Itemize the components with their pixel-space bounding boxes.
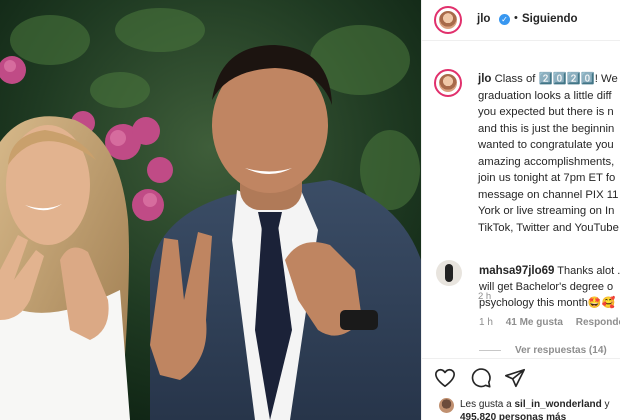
caption-line: message on channel PIX 11 <box>478 188 619 201</box>
separator-dot: • <box>514 12 518 24</box>
comment-meta: 1 h 41 Me gusta Responder <box>479 317 620 328</box>
caption-line: amazing accomplishments, <box>478 155 615 168</box>
comment-timestamp[interactable]: 1 h <box>479 317 493 328</box>
comment-icon[interactable] <box>470 367 492 389</box>
comment-line: Thanks alot . <box>557 265 620 277</box>
post-header: jlo ✓ • Siguiendo <box>422 0 620 41</box>
likes-count[interactable]: 495.820 personas más <box>460 412 566 420</box>
caption-username[interactable]: jlo <box>478 73 491 85</box>
heart-icon[interactable] <box>434 367 456 389</box>
comment-text: mahsa97jlo69 Thanks alot . will get Bach… <box>479 263 620 311</box>
comment-line: will get Bachelor's degree o <box>479 281 614 293</box>
post-actions: Les gusta a sil_in_wonderland y 495.820 … <box>422 358 620 420</box>
post-sidebar: jlo ✓ • Siguiendo jlo Class of 2️⃣0️⃣2️⃣… <box>421 0 620 420</box>
caption-line: York or live streaming on In <box>478 205 615 217</box>
liker-avatar[interactable] <box>439 398 454 413</box>
caption-line: Class of 2️⃣0️⃣2️⃣0️⃣! We <box>494 73 618 85</box>
comment-line: psychology this month🤩🥰 <box>479 297 616 309</box>
following-button[interactable]: Siguiendo <box>522 13 578 25</box>
likes-summary: Les gusta a sil_in_wonderland y 495.820 … <box>460 398 610 420</box>
caption-line: join us tonight at 7pm ET fo <box>478 172 616 184</box>
likes-suffix: y <box>601 399 610 410</box>
author-username[interactable]: jlo <box>477 13 490 25</box>
caption-text: jlo Class of 2️⃣0️⃣2️⃣0️⃣! We graduation… <box>478 71 620 236</box>
likes-prefix: Les gusta a <box>460 399 515 410</box>
caption-line: and this is just the beginnin <box>478 122 615 135</box>
caption-line: TikTok, Twitter and YouTube <box>478 221 619 234</box>
caption-line: wanted to congratulate you <box>478 139 614 151</box>
commenter-username[interactable]: mahsa97jlo69 <box>479 265 554 277</box>
caption-avatar[interactable] <box>434 69 462 97</box>
commenter-avatar[interactable] <box>436 260 462 286</box>
share-icon[interactable] <box>504 367 526 389</box>
caption-line: you expected but there is n <box>478 106 614 118</box>
author-avatar[interactable] <box>434 6 462 34</box>
caption-line: graduation looks a little diff <box>478 89 612 102</box>
reply-button[interactable]: Responder <box>576 317 620 328</box>
view-replies-button[interactable]: Ver respuestas (14) <box>479 345 607 356</box>
comment-likes[interactable]: 41 Me gusta <box>506 317 563 328</box>
post-photo[interactable] <box>0 0 421 420</box>
liker-username[interactable]: sil_in_wonderland <box>514 399 601 410</box>
verified-badge-icon: ✓ <box>499 14 510 25</box>
post-image <box>0 0 421 420</box>
